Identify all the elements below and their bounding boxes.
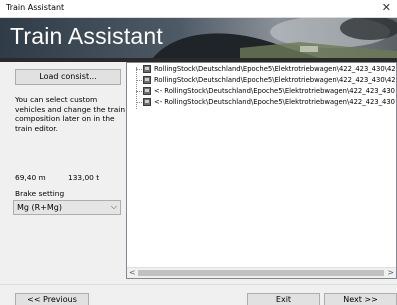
vehicle-icon (143, 87, 151, 95)
list-item[interactable]: RollingStock\Deutschland\Epoche5\Elektro… (127, 75, 396, 85)
train-assistant-window: Train Assistant ✕ Train Assistant Load c… (0, 0, 397, 305)
brake-setting-value: Mg (R+Mg) (17, 203, 63, 212)
close-icon[interactable]: ✕ (382, 1, 391, 15)
chevron-down-icon: ⌵ (110, 202, 117, 211)
load-consist-button[interactable]: Load consist... (15, 69, 121, 85)
train-length: 69,40 m (15, 173, 46, 182)
scroll-right-icon[interactable]: > (387, 268, 394, 277)
vehicle-icon (143, 76, 151, 84)
list-item[interactable]: <- RollingStock\Deutschland\Epoche5\Elek… (127, 86, 396, 96)
scroll-left-icon[interactable]: < (129, 268, 136, 277)
previous-button[interactable]: << Previous (15, 293, 89, 305)
footer-bar: << Previous Exit Next >> (0, 284, 397, 305)
tree-connector (136, 102, 142, 103)
list-item-label: RollingStock\Deutschland\Epoche5\Elektro… (154, 65, 396, 73)
tree-connector (136, 80, 142, 81)
brake-setting-select[interactable]: Mg (R+Mg) ⌵ (13, 200, 121, 215)
scrollbar-thumb[interactable] (138, 270, 384, 276)
list-item[interactable]: RollingStock\Deutschland\Epoche5\Elektro… (127, 64, 396, 74)
list-item-label: <- RollingStock\Deutschland\Epoche5\Elek… (154, 87, 395, 95)
consist-tree: RollingStock\Deutschland\Epoche5\Elektro… (127, 63, 396, 263)
title-bar: Train Assistant ✕ (0, 0, 397, 18)
header-banner: Train Assistant (0, 18, 397, 62)
brake-setting-label: Brake setting (15, 189, 65, 198)
vehicle-icon (143, 65, 151, 73)
list-item-label: <- RollingStock\Deutschland\Epoche5\Elek… (154, 98, 395, 106)
tree-connector (136, 91, 142, 92)
window-title: Train Assistant (6, 3, 65, 12)
consist-description: You can select custom vehicles and chang… (15, 95, 126, 133)
banner-title: Train Assistant (10, 23, 163, 49)
exit-button[interactable]: Exit (247, 293, 320, 305)
train-weight: 133,00 t (68, 173, 100, 182)
consist-list[interactable]: RollingStock\Deutschland\Epoche5\Elektro… (126, 62, 397, 279)
horizontal-scrollbar[interactable]: < > (127, 267, 396, 278)
list-item[interactable]: <- RollingStock\Deutschland\Epoche5\Elek… (127, 97, 396, 107)
next-button[interactable]: Next >> (324, 293, 397, 305)
tree-connector (136, 69, 142, 70)
list-item-label: RollingStock\Deutschland\Epoche5\Elektro… (154, 76, 396, 84)
vehicle-icon (143, 98, 151, 106)
left-panel: Load consist... You can select custom ve… (0, 62, 126, 284)
